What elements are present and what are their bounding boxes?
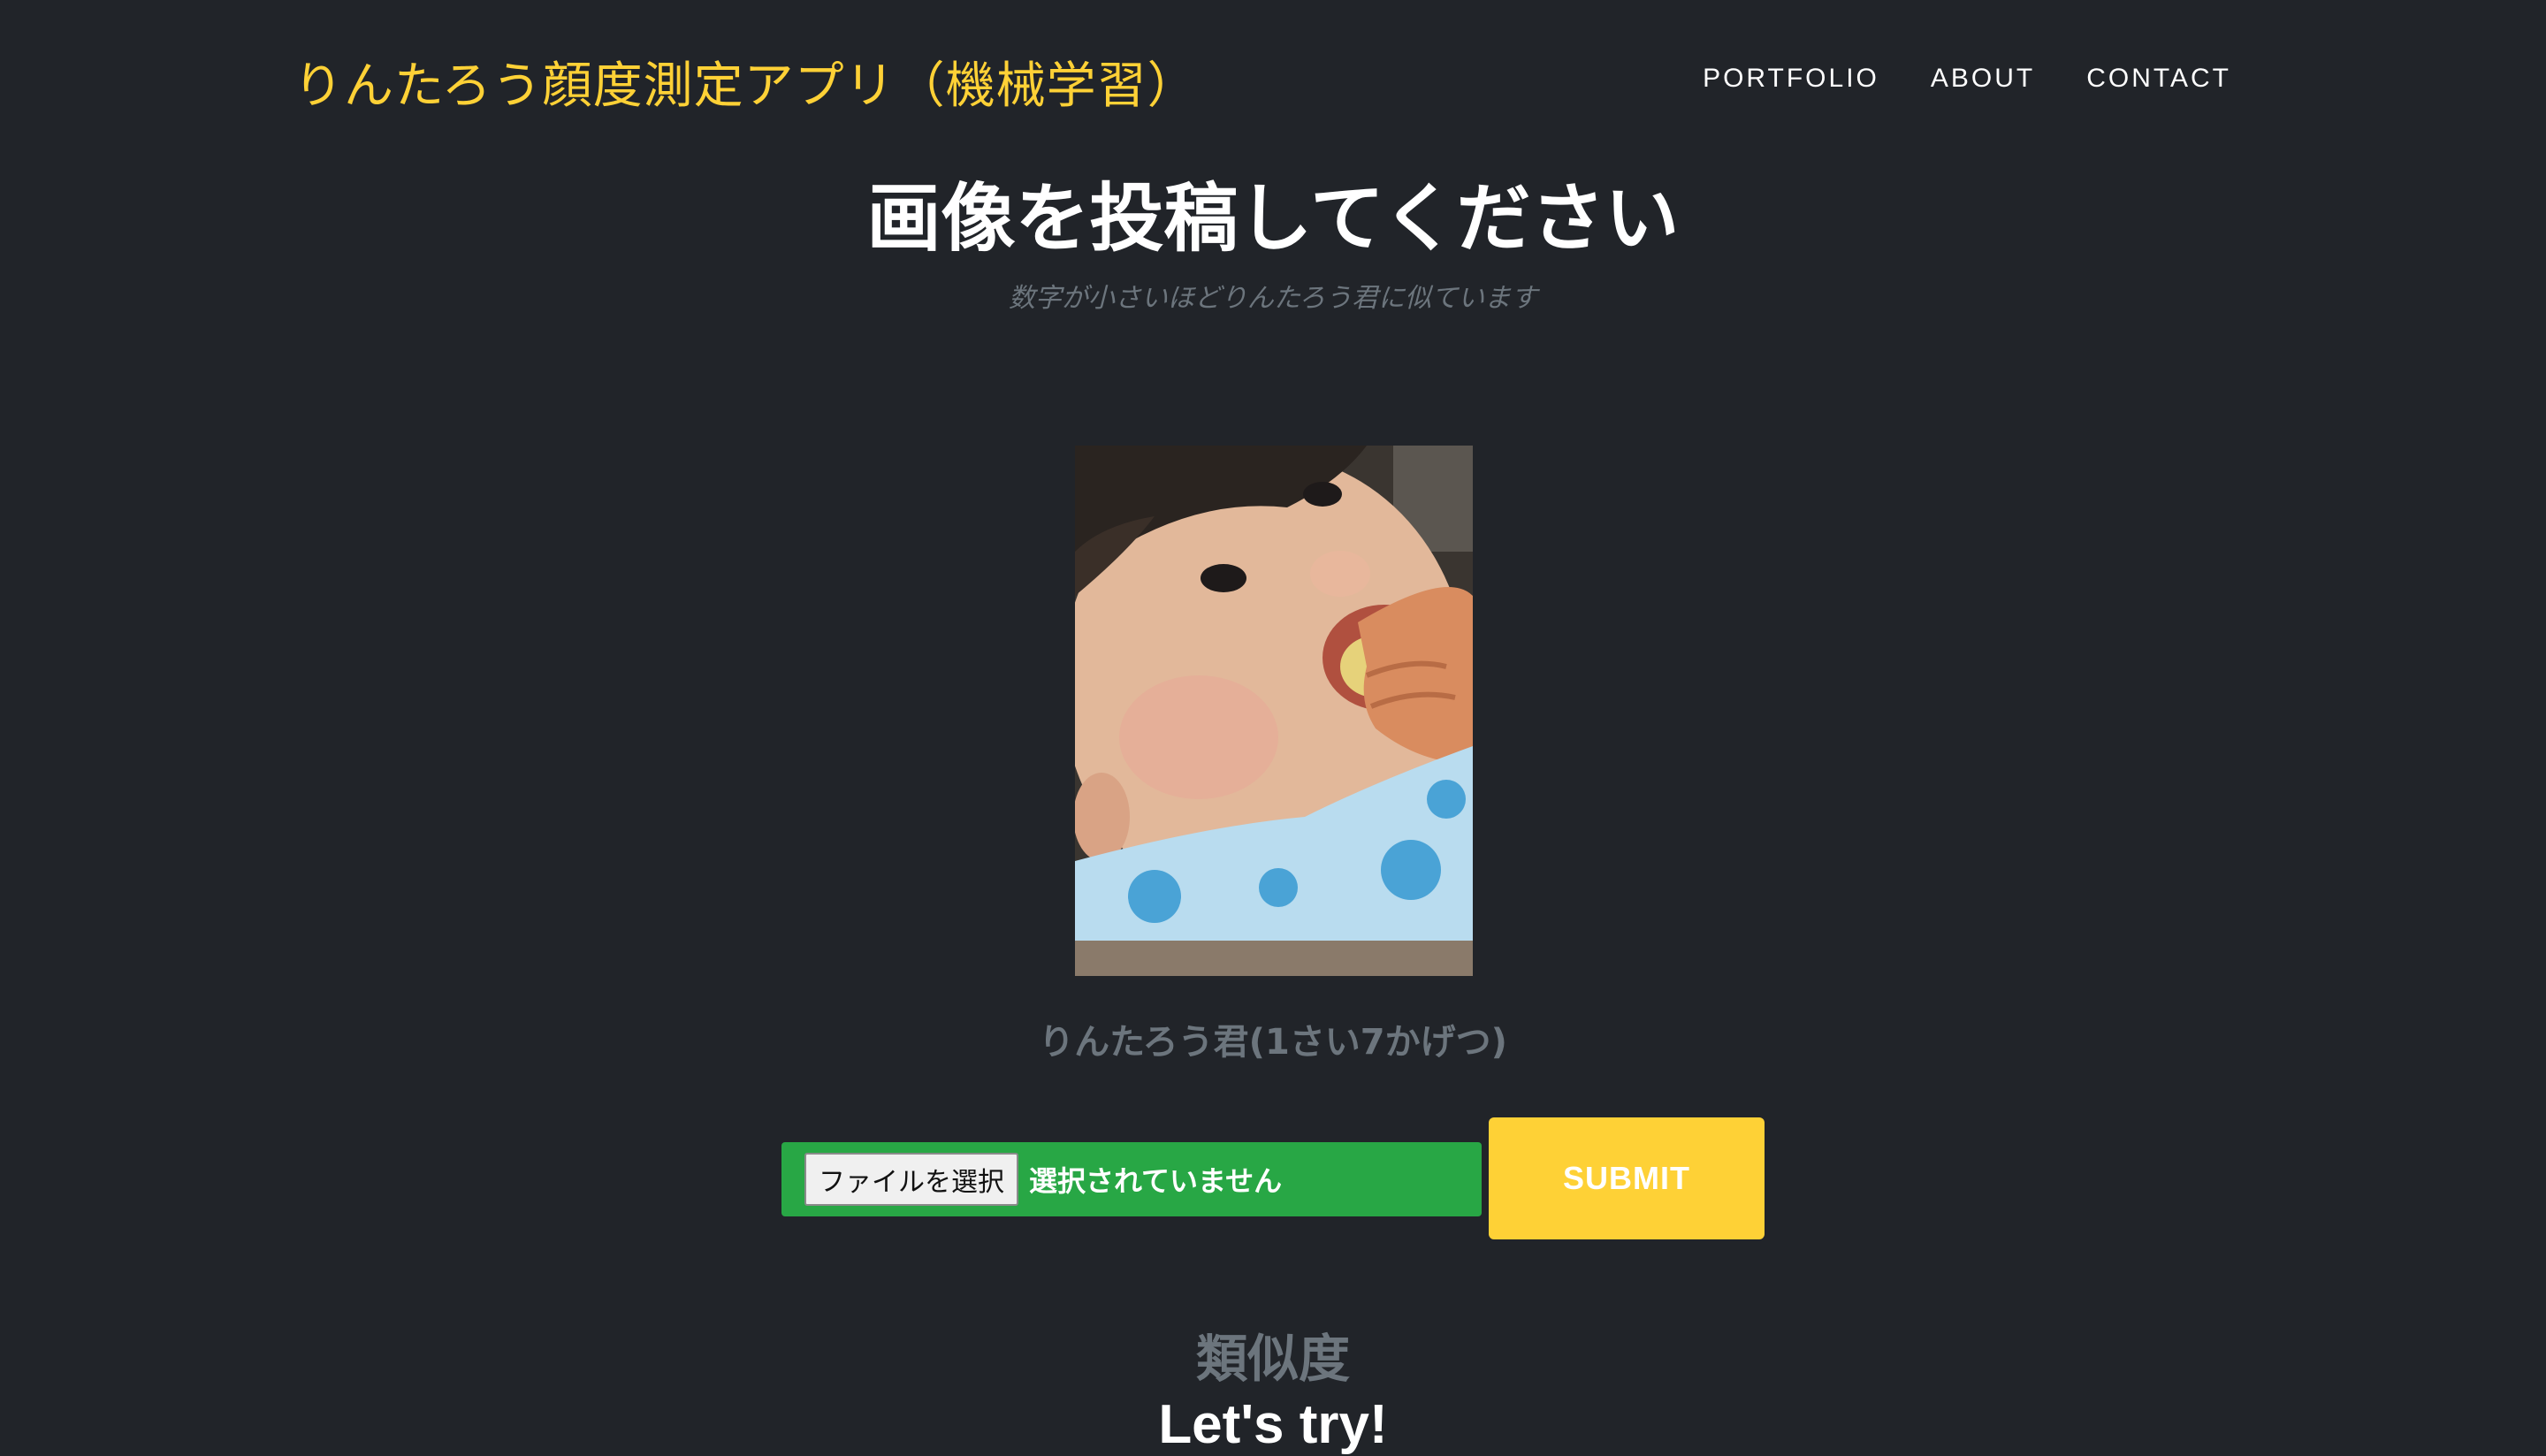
choose-file-button[interactable]: ファイルを選択 [804, 1153, 1018, 1206]
similarity-label: 類似度 [1195, 1329, 1350, 1389]
file-input[interactable]: ファイルを選択 選択されていません [781, 1142, 1482, 1216]
similarity-result: Let's try! [1158, 1394, 1388, 1455]
submit-button[interactable]: SUBMIT [1489, 1117, 1765, 1239]
nav-link-portfolio[interactable]: PORTFOLIO [1703, 64, 1879, 94]
navbar: りんたろう顔度測定アプリ（機械学習） PORTFOLIO ABOUT CONTA… [0, 0, 2546, 163]
brand-title[interactable]: りんたろう顔度測定アプリ（機械学習） [293, 46, 1198, 118]
page-subheading: 数字が小さいほどりんたろう君に似ています [1008, 283, 1538, 314]
child-photo-illustration [1075, 446, 1473, 976]
nav-links: PORTFOLIO ABOUT CONTACT [1703, 64, 2231, 94]
file-status-text: 選択されていません [1029, 1164, 1283, 1198]
nav-link-contact[interactable]: CONTACT [2086, 64, 2231, 94]
page-heading: 画像を投稿してください [866, 175, 1680, 262]
child-photo [1075, 446, 1473, 976]
nav-link-about[interactable]: ABOUT [1931, 64, 2035, 94]
photo-caption: りんたろう君(1さい7かげつ) [1039, 1022, 1507, 1063]
